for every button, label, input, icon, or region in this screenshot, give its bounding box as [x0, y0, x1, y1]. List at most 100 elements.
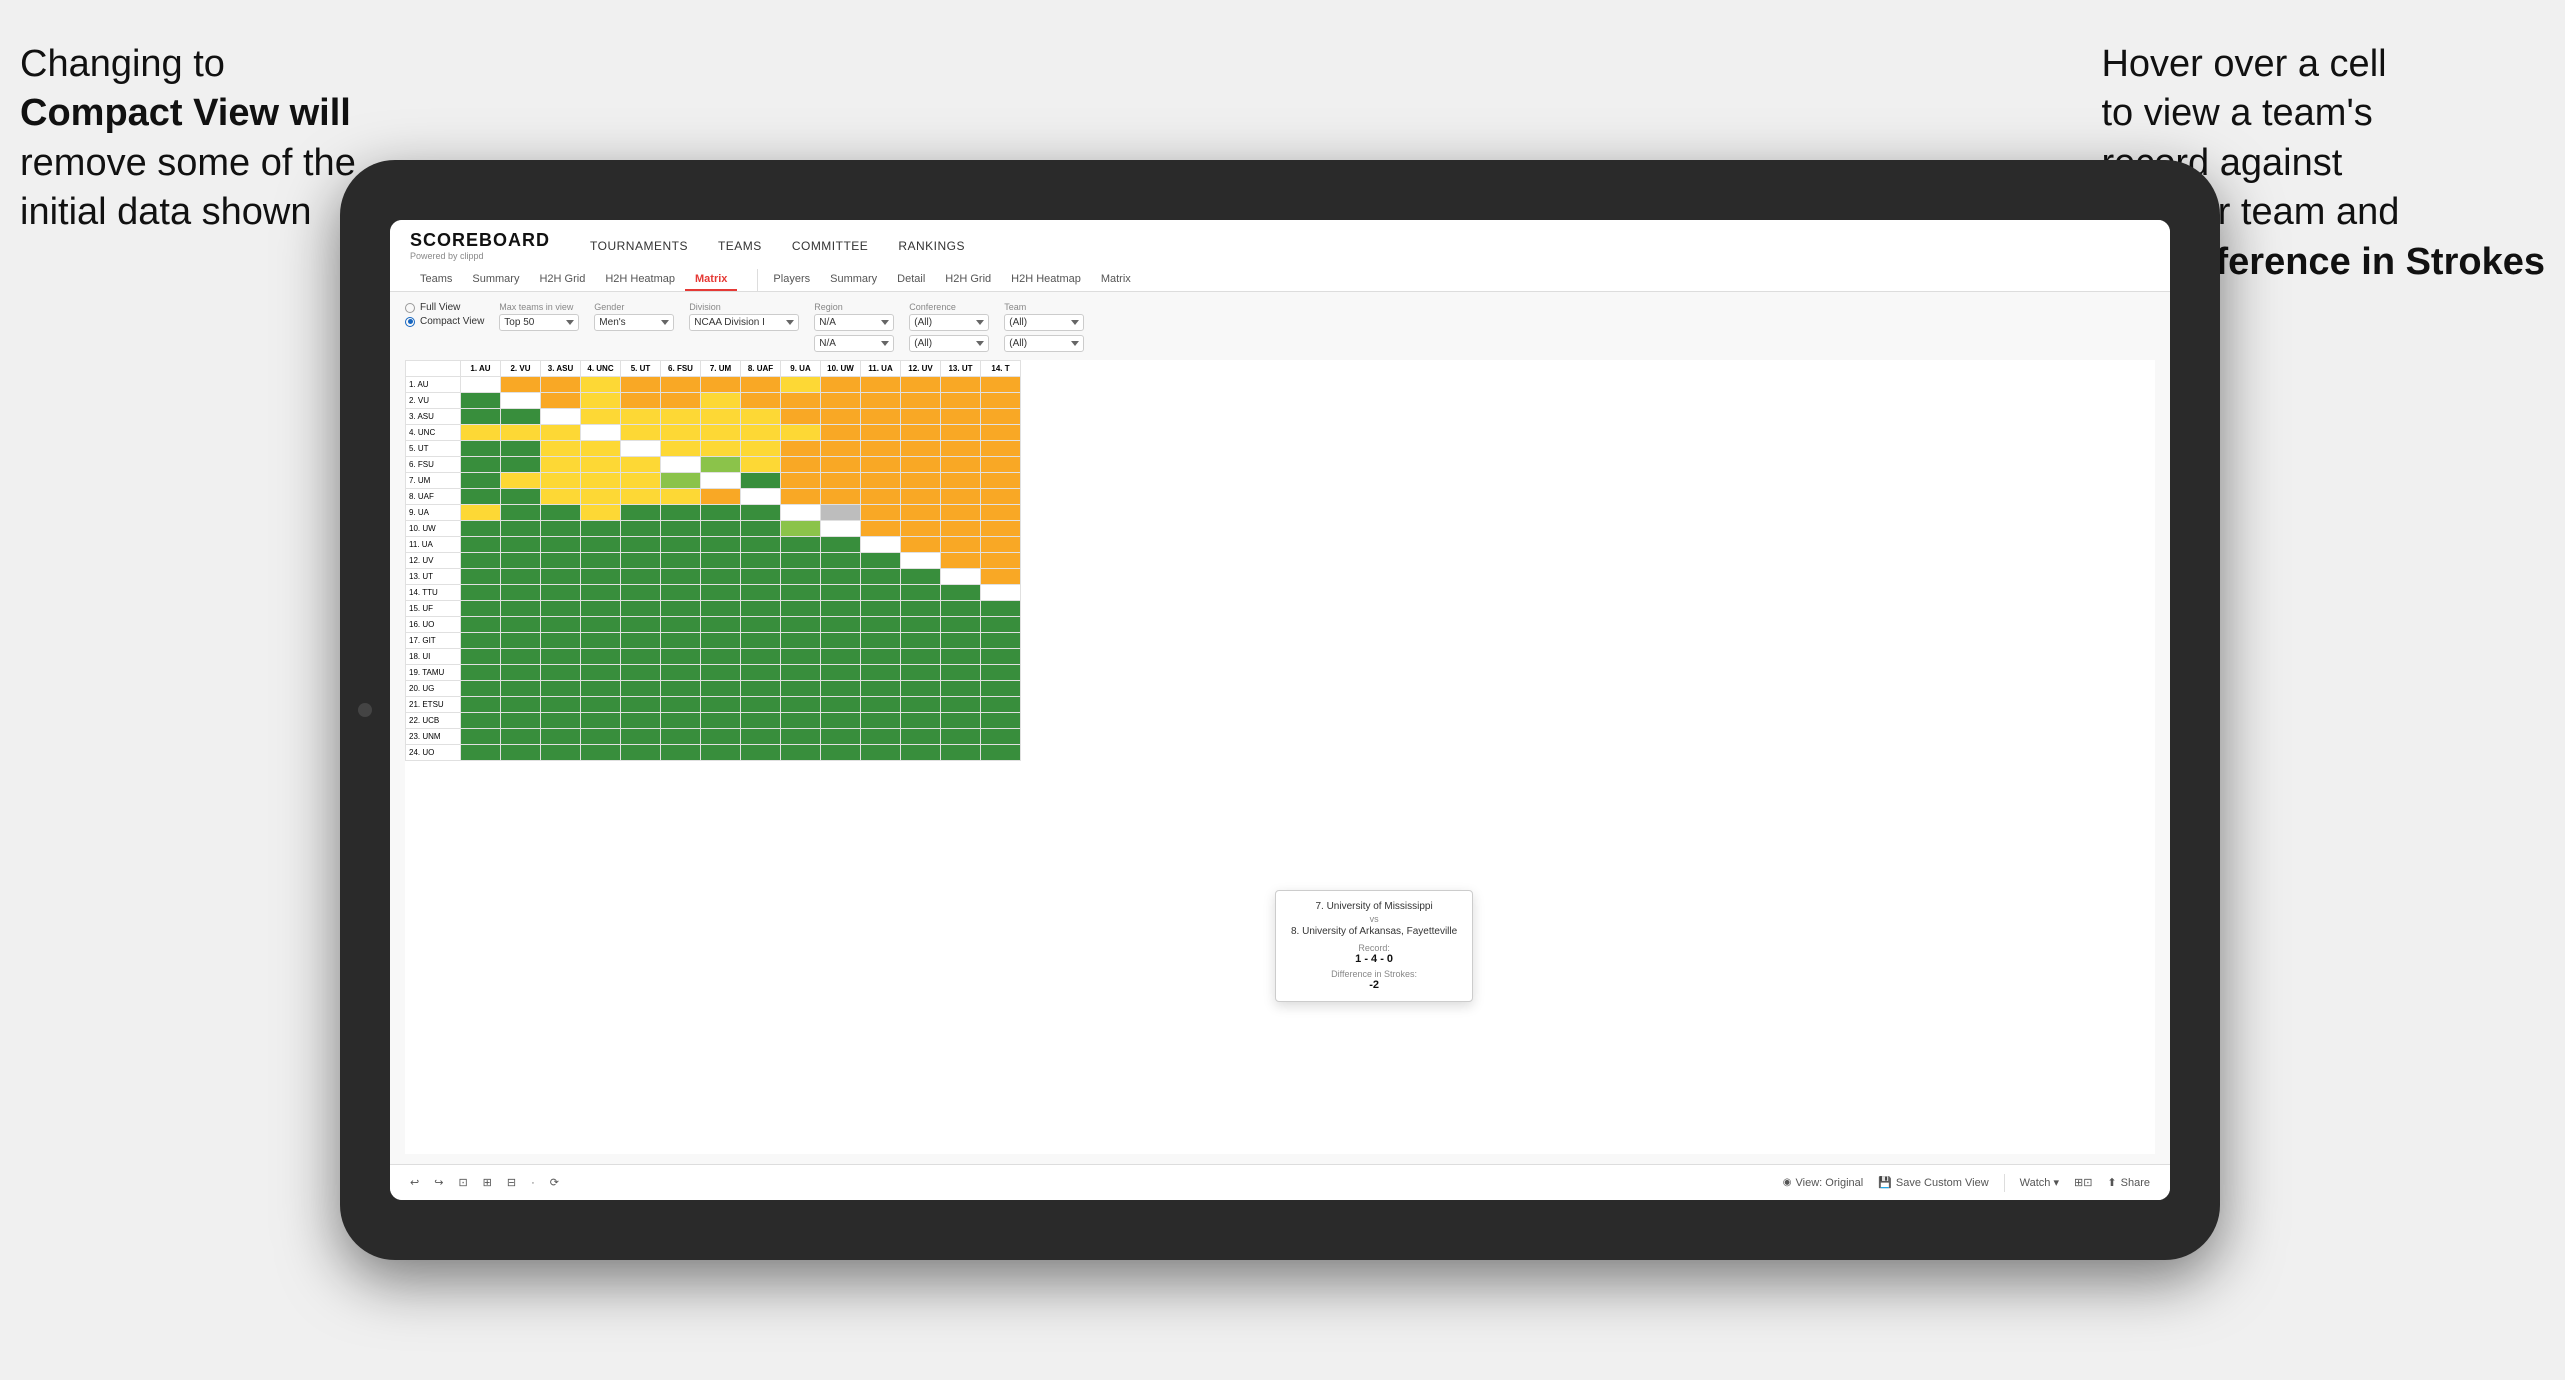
matrix-cell[interactable]: [741, 713, 781, 729]
matrix-cell[interactable]: [941, 649, 981, 665]
matrix-cell[interactable]: [981, 377, 1021, 393]
matrix-cell[interactable]: [941, 441, 981, 457]
matrix-cell[interactable]: [581, 713, 621, 729]
matrix-cell[interactable]: [941, 745, 981, 761]
matrix-cell[interactable]: [861, 521, 901, 537]
matrix-cell[interactable]: [501, 409, 541, 425]
matrix-cell[interactable]: [901, 633, 941, 649]
matrix-cell[interactable]: [541, 585, 581, 601]
matrix-cell[interactable]: [941, 457, 981, 473]
matrix-cell[interactable]: [741, 681, 781, 697]
tab-players[interactable]: Players: [763, 269, 820, 291]
matrix-cell[interactable]: [541, 489, 581, 505]
matrix-cell[interactable]: [861, 617, 901, 633]
matrix-cell[interactable]: [941, 521, 981, 537]
matrix-cell[interactable]: [581, 729, 621, 745]
matrix-cell[interactable]: [781, 665, 821, 681]
matrix-cell[interactable]: [461, 409, 501, 425]
matrix-cell[interactable]: [981, 729, 1021, 745]
matrix-cell[interactable]: [821, 521, 861, 537]
matrix-cell[interactable]: [861, 713, 901, 729]
team-select2[interactable]: (All): [1004, 335, 1084, 352]
toolbar-btn7[interactable]: ⟳: [550, 1176, 559, 1189]
nav-committee[interactable]: COMMITTEE: [792, 239, 869, 253]
matrix-cell[interactable]: [541, 601, 581, 617]
matrix-cell[interactable]: [941, 665, 981, 681]
matrix-cell[interactable]: [661, 745, 701, 761]
tab-teams[interactable]: Teams: [410, 269, 462, 291]
matrix-cell[interactable]: [701, 521, 741, 537]
matrix-cell[interactable]: [621, 729, 661, 745]
matrix-cell[interactable]: [661, 681, 701, 697]
matrix-cell[interactable]: [741, 553, 781, 569]
matrix-cell[interactable]: [501, 729, 541, 745]
matrix-cell[interactable]: [621, 713, 661, 729]
tab-summary1[interactable]: Summary: [462, 269, 529, 291]
matrix-cell[interactable]: [581, 617, 621, 633]
matrix-cell[interactable]: [621, 441, 661, 457]
matrix-cell[interactable]: [781, 601, 821, 617]
matrix-cell[interactable]: [461, 489, 501, 505]
matrix-cell[interactable]: [901, 473, 941, 489]
matrix-cell[interactable]: [781, 697, 821, 713]
matrix-cell[interactable]: [541, 553, 581, 569]
matrix-cell[interactable]: [581, 649, 621, 665]
matrix-cell[interactable]: [701, 745, 741, 761]
matrix-cell[interactable]: [661, 489, 701, 505]
matrix-cell[interactable]: [861, 745, 901, 761]
matrix-cell[interactable]: [701, 505, 741, 521]
matrix-cell[interactable]: [781, 521, 821, 537]
matrix-cell[interactable]: [461, 697, 501, 713]
nav-rankings[interactable]: RANKINGS: [898, 239, 965, 253]
matrix-cell[interactable]: [741, 489, 781, 505]
matrix-cell[interactable]: [861, 425, 901, 441]
matrix-cell[interactable]: [741, 633, 781, 649]
matrix-cell[interactable]: [541, 569, 581, 585]
matrix-cell[interactable]: [981, 441, 1021, 457]
matrix-cell[interactable]: [901, 665, 941, 681]
matrix-cell[interactable]: [741, 393, 781, 409]
matrix-cell[interactable]: [501, 537, 541, 553]
matrix-cell[interactable]: [661, 393, 701, 409]
matrix-cell[interactable]: [901, 601, 941, 617]
tab-matrix2[interactable]: Matrix: [1091, 269, 1141, 291]
matrix-cell[interactable]: [621, 697, 661, 713]
matrix-cell[interactable]: [861, 489, 901, 505]
matrix-cell[interactable]: [541, 633, 581, 649]
division-select[interactable]: NCAA Division I: [689, 314, 799, 331]
matrix-cell[interactable]: [781, 681, 821, 697]
matrix-cell[interactable]: [541, 617, 581, 633]
matrix-cell[interactable]: [701, 649, 741, 665]
matrix-cell[interactable]: [501, 425, 541, 441]
max-teams-select[interactable]: Top 50: [499, 314, 579, 331]
matrix-cell[interactable]: [581, 409, 621, 425]
matrix-cell[interactable]: [621, 617, 661, 633]
matrix-cell[interactable]: [821, 729, 861, 745]
matrix-cell[interactable]: [661, 633, 701, 649]
matrix-cell[interactable]: [861, 457, 901, 473]
matrix-cell[interactable]: [581, 489, 621, 505]
matrix-cell[interactable]: [901, 425, 941, 441]
watch-btn[interactable]: Watch ▾: [2020, 1176, 2059, 1189]
matrix-cell[interactable]: [541, 649, 581, 665]
matrix-cell[interactable]: [901, 649, 941, 665]
matrix-cell[interactable]: [501, 393, 541, 409]
matrix-cell[interactable]: [941, 697, 981, 713]
matrix-cell[interactable]: [781, 617, 821, 633]
matrix-cell[interactable]: [821, 505, 861, 521]
matrix-cell[interactable]: [701, 569, 741, 585]
matrix-cell[interactable]: [981, 409, 1021, 425]
matrix-cell[interactable]: [621, 377, 661, 393]
matrix-cell[interactable]: [701, 553, 741, 569]
toolbar-btn6[interactable]: ·: [531, 1177, 535, 1189]
conference-select2[interactable]: (All): [909, 335, 989, 352]
matrix-cell[interactable]: [941, 617, 981, 633]
matrix-cell[interactable]: [661, 473, 701, 489]
matrix-cell[interactable]: [821, 569, 861, 585]
matrix-cell[interactable]: [581, 393, 621, 409]
matrix-cell[interactable]: [581, 521, 621, 537]
matrix-cell[interactable]: [461, 633, 501, 649]
matrix-cell[interactable]: [821, 633, 861, 649]
matrix-cell[interactable]: [821, 697, 861, 713]
matrix-cell[interactable]: [701, 617, 741, 633]
